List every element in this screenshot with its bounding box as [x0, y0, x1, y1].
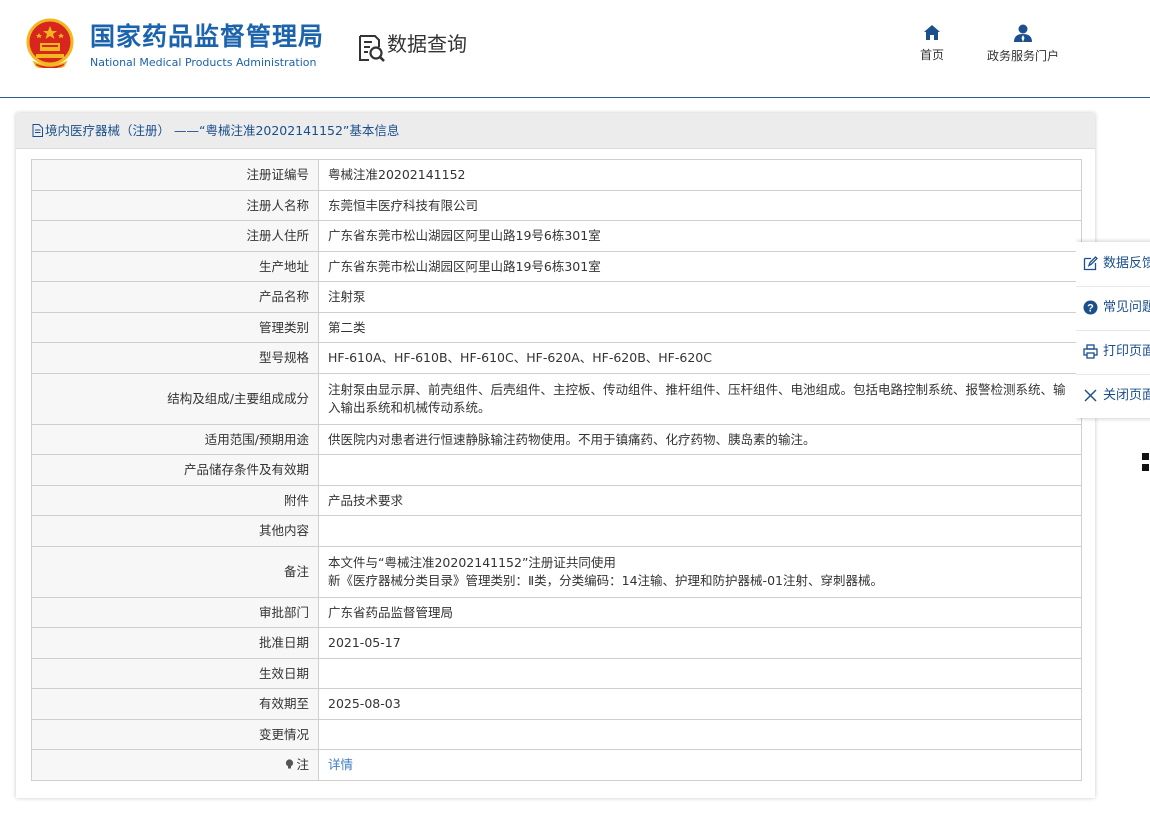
row-key: 产品储存条件及有效期: [31, 454, 319, 486]
row-key: 生产地址: [31, 250, 319, 282]
row-value: 注射泵: [318, 281, 1082, 313]
info-panel: 境内医疗器械（注册） ——“粤械注准20202141152”基本信息 注册证编号…: [16, 113, 1095, 798]
side-item-label: 打印页面: [1103, 344, 1150, 359]
row-value: 2025-08-03: [318, 688, 1082, 720]
table-row: 型号规格 HF-610A、HF-610B、HF-610C、HF-620A、HF-…: [31, 342, 1082, 374]
row-key: 结构及组成/主要组成成分: [31, 372, 319, 425]
table-row: 产品储存条件及有效期: [31, 454, 1082, 486]
question-icon: ?: [1083, 300, 1098, 315]
row-value: [318, 454, 1082, 486]
row-value: 粤械注准20202141152: [318, 159, 1082, 191]
detail-link[interactable]: 详情: [328, 757, 353, 772]
document-icon: [32, 124, 43, 137]
table-row: 变更情况: [31, 718, 1082, 750]
row-key: 生效日期: [31, 657, 319, 689]
side-item-faq[interactable]: ? 常见问题: [1076, 286, 1150, 331]
table-row: 附件 产品技术要求: [31, 484, 1082, 516]
row-value: 广东省东莞市松山湖园区阿里山路19号6栋301室: [318, 220, 1082, 252]
svg-text:?: ?: [1087, 303, 1094, 315]
table-row: 生产地址 广东省东莞市松山湖园区阿里山路19号6栋301室: [31, 250, 1082, 282]
row-value: 供医院内对患者进行恒速静脉输注药物使用。不用于镇痛药、化疗药物、胰岛素的输注。: [318, 423, 1082, 455]
row-key: 批准日期: [31, 627, 319, 659]
national-emblem-icon: [26, 18, 74, 68]
section-title: 数据查询: [387, 32, 467, 56]
table-row: 产品名称 注射泵: [31, 281, 1082, 313]
row-value: 注射泵由显示屏、前壳组件、后壳组件、主控板、传动组件、推杆组件、压杆组件、电池组…: [318, 372, 1082, 425]
table-row: 有效期至 2025-08-03: [31, 688, 1082, 720]
table-row: 备注 本文件与“粤械注准20202141152”注册证共同使用 新《医疗器械分类…: [31, 545, 1082, 598]
row-value: 东莞恒丰医疗科技有限公司: [318, 189, 1082, 221]
close-icon: [1084, 389, 1097, 402]
row-key: 适用范围/预期用途: [31, 423, 319, 455]
org-name-en: National Medical Products Administration: [90, 56, 317, 69]
site-header: 国家药品监督管理局 National Medical Products Admi…: [0, 0, 1150, 97]
row-key: 备注: [31, 545, 319, 598]
partial-qr-code-icon: [1142, 453, 1149, 471]
row-value: HF-610A、HF-610B、HF-610C、HF-620A、HF-620B、…: [318, 342, 1082, 374]
row-value: 2021-05-17: [318, 627, 1082, 659]
nav-home-link[interactable]: 首页: [912, 24, 952, 63]
row-value: 本文件与“粤械注准20202141152”注册证共同使用 新《医疗器械分类目录》…: [318, 545, 1082, 598]
row-key: 产品名称: [31, 281, 319, 313]
lightbulb-icon: [286, 759, 294, 769]
remark-line-1: 本文件与“粤械注准20202141152”注册证共同使用: [328, 555, 616, 570]
row-value: 第二类: [318, 311, 1082, 343]
panel-title: 境内医疗器械（注册） ——“粤械注准20202141152”基本信息: [45, 123, 400, 138]
side-item-label: 常见问题: [1103, 300, 1150, 315]
row-key: 有效期至: [31, 688, 319, 720]
row-key: 管理类别: [31, 311, 319, 343]
side-float-menu-viewport: 数据反馈 ? 常见问题 打印页面 关闭页面: [1076, 238, 1150, 422]
note-key-label: 注: [296, 757, 309, 772]
table-row: 注 详情: [31, 749, 1082, 781]
table-row: 注册证编号 粤械注准20202141152: [31, 159, 1082, 191]
nav-home-label: 首页: [919, 48, 944, 62]
nav-portal-label: 政务服务门户: [986, 49, 1059, 63]
side-item-print[interactable]: 打印页面: [1076, 330, 1150, 375]
user-icon: [1014, 24, 1032, 42]
nav-gov-portal-link[interactable]: 政务服务门户: [980, 24, 1066, 64]
row-value: 产品技术要求: [318, 484, 1082, 516]
edit-icon: [1083, 256, 1098, 271]
side-item-feedback[interactable]: 数据反馈: [1076, 242, 1150, 287]
row-key: 审批部门: [31, 596, 319, 628]
table-row: 其他内容: [31, 515, 1082, 547]
panel-title-bar: 境内医疗器械（注册） ——“粤械注准20202141152”基本信息: [16, 113, 1095, 149]
table-row: 审批部门 广东省药品监督管理局: [31, 596, 1082, 628]
row-key: 注册证编号: [31, 159, 319, 191]
print-icon: [1083, 344, 1098, 359]
row-value: 广东省东莞市松山湖园区阿里山路19号6栋301室: [318, 250, 1082, 282]
registration-info-table: 注册证编号 粤械注准20202141152 注册人名称 东莞恒丰医疗科技有限公司…: [31, 159, 1082, 781]
row-key: 注册人住所: [31, 220, 319, 252]
table-row: 注册人住所 广东省东莞市松山湖园区阿里山路19号6栋301室: [31, 220, 1082, 252]
header-divider: [0, 97, 1150, 98]
home-icon: [924, 25, 940, 40]
row-key: 其他内容: [31, 515, 319, 547]
side-float-menu: 数据反馈 ? 常见问题 打印页面 关闭页面: [1076, 242, 1150, 418]
table-row: 管理类别 第二类: [31, 311, 1082, 343]
row-value: [318, 718, 1082, 750]
side-item-label: 数据反馈: [1103, 256, 1150, 271]
row-value: 广东省药品监督管理局: [318, 596, 1082, 628]
row-key: 注册人名称: [31, 189, 319, 221]
side-item-close[interactable]: 关闭页面: [1076, 374, 1150, 418]
row-key-note: 注: [31, 749, 319, 781]
table-row: 生效日期: [31, 657, 1082, 689]
table-row: 注册人名称 东莞恒丰医疗科技有限公司: [31, 189, 1082, 221]
data-query-icon: [359, 35, 385, 62]
table-row: 结构及组成/主要组成成分 注射泵由显示屏、前壳组件、后壳组件、主控板、传动组件、…: [31, 372, 1082, 425]
row-key: 型号规格: [31, 342, 319, 374]
row-value: [318, 657, 1082, 689]
row-value: 详情: [318, 749, 1082, 781]
row-key: 变更情况: [31, 718, 319, 750]
row-key: 附件: [31, 484, 319, 516]
row-value: [318, 515, 1082, 547]
table-row: 批准日期 2021-05-17: [31, 627, 1082, 659]
table-row: 适用范围/预期用途 供医院内对患者进行恒速静脉输注药物使用。不用于镇痛药、化疗药…: [31, 423, 1082, 455]
org-name-cn: 国家药品监督管理局: [90, 22, 325, 51]
remark-line-2: 新《医疗器械分类目录》管理类别：Ⅱ类，分类编码：14注输、护理和防护器械-01注…: [328, 572, 883, 588]
side-item-label: 关闭页面: [1103, 388, 1150, 403]
